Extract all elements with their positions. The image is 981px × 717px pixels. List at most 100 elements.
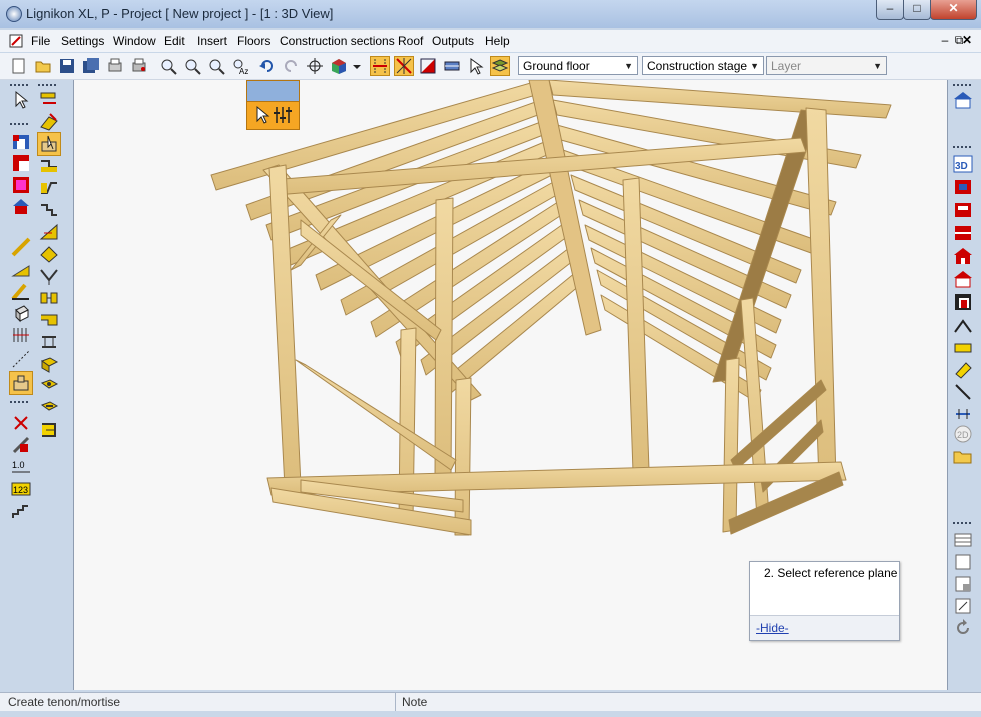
tool-flyout[interactable]	[246, 80, 300, 130]
house-side-icon[interactable]	[953, 269, 973, 289]
menu-edit[interactable]: Edit	[164, 34, 185, 48]
elevation-icon[interactable]	[953, 200, 973, 220]
tools-icon[interactable]	[10, 434, 32, 456]
joint-arrow-icon[interactable]	[38, 89, 60, 111]
wall-l-icon[interactable]	[10, 152, 32, 174]
rafter-icon[interactable]	[10, 258, 32, 280]
print-preview-icon[interactable]	[106, 57, 124, 75]
select-arrow-icon[interactable]	[10, 89, 32, 111]
crosshair-icon[interactable]	[306, 57, 324, 75]
print-icon[interactable]	[130, 57, 148, 75]
pointer-settings-icon[interactable]	[253, 105, 295, 125]
layers-icon[interactable]	[490, 56, 510, 76]
save-all-icon[interactable]	[82, 57, 100, 75]
hide-hint-link[interactable]: -Hide-	[756, 621, 789, 635]
new-file-icon[interactable]	[10, 57, 28, 75]
mdi-minimize-button[interactable]: –	[938, 33, 952, 47]
drill-icon[interactable]	[38, 375, 60, 397]
roof-outline-icon[interactable]	[953, 316, 973, 336]
beam-diagonal-icon[interactable]	[10, 236, 32, 258]
dovetail-icon[interactable]	[38, 353, 60, 375]
valley-joint-icon[interactable]	[38, 265, 60, 287]
view-2d-icon[interactable]: 2D	[953, 424, 973, 444]
snap-grid-icon[interactable]	[370, 56, 390, 76]
open-folder-icon[interactable]	[34, 57, 52, 75]
zoom-in-icon[interactable]	[159, 57, 177, 75]
menu-settings[interactable]: Settings	[61, 34, 104, 48]
beam-view-icon[interactable]	[953, 338, 973, 358]
minimize-button[interactable]: –	[876, 0, 904, 20]
block-icon[interactable]	[10, 302, 32, 324]
joists-icon[interactable]	[10, 324, 32, 346]
house-front-icon[interactable]	[953, 246, 973, 266]
floorplan-icon[interactable]	[953, 177, 973, 197]
pointer-icon[interactable]	[467, 57, 485, 75]
redo-icon[interactable]	[282, 57, 300, 75]
resize-icon[interactable]	[953, 596, 973, 616]
open-project-icon[interactable]	[953, 446, 973, 466]
menu-roof[interactable]: Roof	[398, 34, 423, 48]
line-tool-icon[interactable]	[953, 382, 973, 402]
step-joint-icon[interactable]	[38, 199, 60, 221]
strut-icon[interactable]	[10, 280, 32, 302]
floor-select[interactable]: Ground floor ▼	[518, 56, 638, 75]
palette-grip[interactable]	[38, 84, 58, 86]
close-button[interactable]: ✕	[930, 0, 977, 20]
menu-insert[interactable]: Insert	[197, 34, 227, 48]
lap-joint-icon[interactable]	[38, 155, 60, 177]
palette-grip[interactable]	[953, 84, 971, 86]
section-view-icon[interactable]	[953, 223, 973, 243]
tenon-mortise-icon[interactable]	[9, 371, 33, 395]
slot-icon[interactable]	[38, 397, 60, 419]
palette-grip[interactable]	[10, 84, 30, 86]
menu-help[interactable]: Help	[485, 34, 510, 48]
house-icon[interactable]	[10, 196, 32, 218]
numbering-icon[interactable]: 123	[10, 478, 32, 500]
blank-page-icon[interactable]	[953, 552, 973, 572]
stairs-icon[interactable]	[10, 500, 32, 522]
section-icon[interactable]	[419, 57, 437, 75]
title-bar[interactable]: Lignikon XL, P - Project [ New project ]…	[0, 0, 981, 28]
stage-select[interactable]: Construction stage ▼	[642, 56, 764, 75]
hatch-icon[interactable]	[443, 57, 461, 75]
snap-star-icon[interactable]	[394, 56, 414, 76]
zoom-window-icon[interactable]	[207, 57, 225, 75]
zoom-out-icon[interactable]	[183, 57, 201, 75]
save-icon[interactable]	[58, 57, 76, 75]
menu-file[interactable]: File	[31, 34, 50, 48]
tenon-joint-icon[interactable]	[37, 132, 61, 156]
page-corner-icon[interactable]	[953, 574, 973, 594]
menu-window[interactable]: Window	[113, 34, 156, 48]
undo-icon[interactable]	[258, 57, 276, 75]
frame-view-icon[interactable]	[953, 292, 973, 312]
app-logo-icon[interactable]	[6, 6, 22, 22]
ladder-icon[interactable]	[38, 331, 60, 353]
window-element-icon[interactable]	[10, 174, 32, 196]
view-dropdown-arrow-icon[interactable]	[352, 57, 362, 75]
layer-select[interactable]: Layer ▼	[766, 56, 887, 75]
measure-icon[interactable]	[953, 404, 973, 424]
housing-joint-icon[interactable]	[38, 287, 60, 309]
menu-floors[interactable]: Floors	[237, 34, 270, 48]
beam-angled-icon[interactable]	[953, 360, 973, 380]
menu-outputs[interactable]: Outputs	[432, 34, 474, 48]
view-3d-icon[interactable]: 3D	[953, 154, 973, 174]
mdi-close-button[interactable]: ✕	[960, 33, 974, 47]
refresh-icon[interactable]	[953, 618, 973, 638]
dimension-icon[interactable]: 1.0	[10, 456, 32, 478]
view-cube-icon[interactable]	[330, 57, 348, 75]
scarf-joint-icon[interactable]	[38, 177, 60, 199]
maximize-button[interactable]: □	[903, 0, 931, 20]
house-settings-icon[interactable]	[953, 90, 973, 110]
wall-corner-icon[interactable]	[10, 131, 32, 153]
bracket-icon[interactable]	[38, 419, 60, 441]
table-grid-icon[interactable]	[953, 530, 973, 550]
zoom-label-icon[interactable]: Az	[231, 57, 249, 75]
hip-joint-icon[interactable]	[38, 243, 60, 265]
notch-icon[interactable]	[38, 309, 60, 331]
birdsmouth-icon[interactable]	[38, 221, 60, 243]
beam-end-icon[interactable]	[38, 111, 60, 133]
dotted-line-icon[interactable]	[10, 348, 32, 370]
menu-construction-sections[interactable]: Construction sections	[280, 34, 395, 48]
delete-x-icon[interactable]	[10, 412, 32, 434]
